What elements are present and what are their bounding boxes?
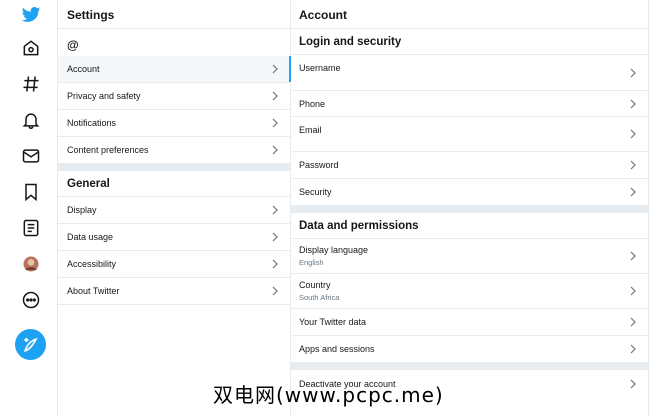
chevron-right-icon [272, 91, 278, 101]
home-icon[interactable] [18, 35, 44, 61]
notifications-bell-icon[interactable] [18, 107, 44, 133]
chevron-right-icon [272, 145, 278, 155]
chevron-right-icon [272, 205, 278, 215]
settings-item-label: Privacy and safety [67, 91, 141, 101]
account-item-password[interactable]: Password [290, 152, 648, 179]
settings-item-notifications[interactable]: Notifications [58, 110, 290, 137]
watermark-text: 双电网(www.pcpc.me) [213, 383, 444, 407]
twitter-logo-icon[interactable] [18, 2, 44, 28]
settings-item-label: About Twitter [67, 286, 120, 296]
nav-rail [0, 0, 57, 417]
lists-icon[interactable] [18, 215, 44, 241]
account-item-label: Phone [299, 98, 326, 109]
settings-item-about-twitter[interactable]: About Twitter [58, 278, 290, 305]
settings-item-data-usage[interactable]: Data usage [58, 224, 290, 251]
account-column: Account Login and security Username Phon… [290, 0, 649, 417]
account-item-label: Apps and sessions [299, 344, 375, 354]
settings-item-label: Display [67, 205, 97, 215]
data-permissions-title: Data and permissions [290, 213, 648, 239]
account-item-username[interactable]: Username [290, 55, 648, 91]
chevron-right-icon [272, 286, 278, 296]
account-item-label: Country [299, 280, 331, 290]
section-divider [58, 164, 290, 171]
chevron-right-icon [630, 160, 636, 170]
chevron-right-icon [630, 129, 636, 139]
messages-envelope-icon[interactable] [18, 143, 44, 169]
account-item-value: South Africa [299, 293, 340, 302]
chevron-right-icon [630, 317, 636, 327]
settings-item-label: Content preferences [67, 145, 149, 155]
right-gutter [649, 0, 670, 417]
account-item-email[interactable]: Email [290, 117, 648, 152]
settings-item-account[interactable]: Account [58, 56, 291, 83]
bookmarks-icon[interactable] [18, 179, 44, 205]
account-item-label: Display language [299, 245, 369, 255]
general-section-title: General [58, 171, 290, 197]
account-item-label: Security [299, 187, 332, 197]
settings-column: Settings @ Account Privacy and safety No… [57, 0, 291, 417]
account-item-value: English [299, 258, 324, 267]
settings-item-label: Account [67, 64, 100, 74]
account-title: Account [290, 0, 648, 29]
account-item-label: Your Twitter data [299, 317, 367, 327]
settings-item-content-preferences[interactable]: Content preferences [58, 137, 290, 164]
account-item-apps-sessions[interactable]: Apps and sessions [290, 336, 648, 363]
settings-item-label: Data usage [67, 232, 114, 242]
login-security-title: Login and security [290, 29, 648, 55]
section-divider [290, 206, 648, 213]
user-handle: @ [67, 38, 79, 52]
account-item-display-language[interactable]: Display language English [290, 239, 648, 274]
account-item-security[interactable]: Security [290, 179, 648, 206]
chevron-right-icon [272, 232, 278, 242]
chevron-right-icon [272, 259, 278, 269]
account-item-label: Username [299, 63, 341, 73]
settings-item-privacy[interactable]: Privacy and safety [58, 83, 290, 110]
section-divider [290, 363, 648, 370]
chevron-right-icon [272, 118, 278, 128]
account-item-label: Password [299, 160, 339, 170]
compose-tweet-button[interactable] [15, 329, 46, 360]
chevron-right-icon [630, 286, 636, 296]
chevron-right-icon [272, 64, 278, 74]
more-options-icon[interactable] [18, 287, 44, 313]
chevron-right-icon [630, 251, 636, 261]
chevron-right-icon [630, 99, 636, 108]
settings-item-display[interactable]: Display [58, 197, 290, 224]
account-item-label: Email [299, 125, 322, 135]
explore-hashtag-icon[interactable] [18, 71, 44, 97]
chevron-right-icon [630, 68, 636, 77]
settings-item-label: Notifications [67, 118, 117, 128]
profile-avatar[interactable] [18, 251, 44, 277]
chevron-right-icon [630, 344, 636, 354]
account-item-country[interactable]: Country South Africa [290, 274, 648, 309]
settings-title: Settings [58, 0, 290, 29]
account-item-twitter-data[interactable]: Your Twitter data [290, 309, 648, 336]
settings-item-accessibility[interactable]: Accessibility [58, 251, 290, 278]
compose-quill-icon [23, 337, 38, 352]
chevron-right-icon [630, 187, 636, 197]
settings-item-label: Accessibility [67, 259, 117, 269]
account-item-phone[interactable]: Phone [290, 91, 648, 117]
chevron-right-icon [630, 379, 636, 388]
